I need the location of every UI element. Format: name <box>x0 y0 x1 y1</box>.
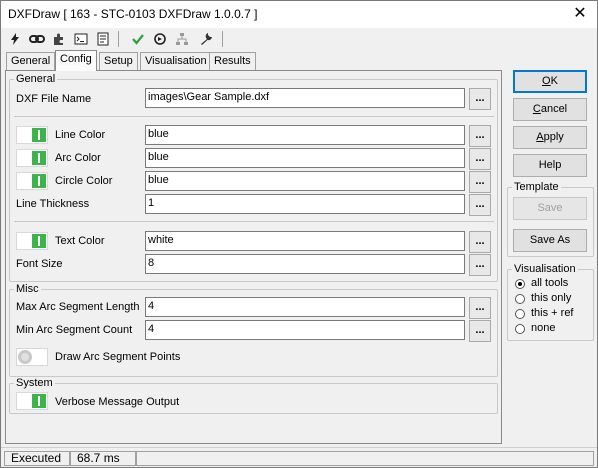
status-empty-cell <box>136 451 594 466</box>
arc-color-toggle[interactable] <box>16 149 48 167</box>
run-step-icon[interactable] <box>150 29 170 49</box>
apply-button-label: pply <box>543 131 564 143</box>
status-state: Executed <box>4 451 70 466</box>
line-thickness-label: Line Thickness <box>16 198 90 210</box>
max-arc-segment-length-label: Max Arc Segment Length <box>16 301 140 313</box>
divider <box>14 221 494 222</box>
visualisation-radio-none[interactable] <box>515 324 525 334</box>
status-execution-time: 68.7 ms <box>70 451 136 466</box>
arc-color-browse-button[interactable]: ... <box>469 148 491 170</box>
config-tab-page: General DXF File Name images\Gear Sample… <box>5 70 502 444</box>
template-save-button[interactable]: Save <box>513 197 587 220</box>
arc-color-label: Arc Color <box>55 152 101 164</box>
draw-arc-segment-points-label: Draw Arc Segment Points <box>55 351 181 363</box>
max-arc-segment-length-input[interactable]: 4 <box>145 297 465 317</box>
cancel-button-label: ancel <box>540 103 568 115</box>
toggle-knob <box>18 350 32 364</box>
font-size-label: Font Size <box>16 258 63 270</box>
ok-button-label: K <box>550 75 558 87</box>
text-color-input[interactable]: white <box>145 231 465 251</box>
line-color-label: Line Color <box>55 129 106 141</box>
template-group-label: Template <box>512 181 561 193</box>
document-list-icon[interactable] <box>93 29 113 49</box>
line-color-input[interactable]: blue <box>145 125 465 145</box>
puzzle-icon[interactable] <box>49 29 69 49</box>
toolbar-separator <box>222 31 223 47</box>
wrench-icon[interactable] <box>196 29 216 49</box>
toolbar-separator <box>118 31 119 47</box>
dxfdraw-window: DXFDraw [ 163 - STC-0103 DXFDraw 1.0.0.7… <box>0 0 598 468</box>
status-bar: Executed 68.7 ms <box>1 447 597 467</box>
tab-general[interactable]: General <box>6 52 56 70</box>
link-icon[interactable] <box>27 29 47 49</box>
template-save-as-button[interactable]: Save As <box>513 229 587 252</box>
network-icon[interactable] <box>172 29 192 49</box>
window-title: DXFDraw [ 163 - STC-0103 DXFDraw 1.0.0.7… <box>8 7 258 21</box>
toggle-knob <box>32 151 46 165</box>
ok-button-mnemonic: O <box>542 75 551 87</box>
min-arc-segment-count-label: Min Arc Segment Count <box>16 324 133 336</box>
text-color-label: Text Color <box>55 235 105 247</box>
font-size-browse-button[interactable]: ... <box>469 254 491 276</box>
toggle-knob <box>32 234 46 248</box>
visualisation-radio-all-tools[interactable] <box>515 279 525 289</box>
system-group-label: System <box>14 377 55 389</box>
ok-button[interactable]: OK <box>513 70 587 93</box>
dxf-file-name-browse-button[interactable]: ... <box>469 88 491 110</box>
title-bar: DXFDraw [ 163 - STC-0103 DXFDraw 1.0.0.7… <box>1 1 597 28</box>
circle-color-browse-button[interactable]: ... <box>469 171 491 193</box>
toggle-knob <box>32 128 46 142</box>
terminal-icon[interactable] <box>71 29 91 49</box>
visualisation-radio-this-only[interactable] <box>515 294 525 304</box>
line-thickness-input[interactable]: 1 <box>145 194 465 214</box>
checkmark-icon[interactable] <box>128 29 148 49</box>
circle-color-input[interactable]: blue <box>145 171 465 191</box>
help-button[interactable]: Help <box>513 154 587 177</box>
font-size-input[interactable]: 8 <box>145 254 465 274</box>
min-arc-segment-count-input[interactable]: 4 <box>145 320 465 340</box>
cancel-button-mnemonic: C <box>532 103 541 115</box>
visualisation-option-this-only: this only <box>531 292 572 304</box>
line-color-toggle[interactable] <box>16 126 48 144</box>
dxf-file-name-input[interactable]: images\Gear Sample.dxf <box>145 88 465 108</box>
cancel-button[interactable]: Cancel <box>513 98 587 121</box>
tab-config[interactable]: Config <box>55 50 97 71</box>
line-thickness-browse-button[interactable]: ... <box>469 194 491 216</box>
visualisation-radio-this-ref[interactable] <box>515 309 525 319</box>
verbose-message-output-label: Verbose Message Output <box>55 396 180 408</box>
visualisation-group-label: Visualisation <box>512 263 578 275</box>
toolbar <box>1 28 597 50</box>
close-icon[interactable]: ✕ <box>569 4 591 24</box>
max-arc-segment-length-browse-button[interactable]: ... <box>469 297 491 319</box>
tab-results[interactable]: Results <box>209 52 256 70</box>
toggle-knob <box>32 394 46 408</box>
general-group-label: General <box>14 73 58 85</box>
arc-color-input[interactable]: blue <box>145 148 465 168</box>
text-color-toggle[interactable] <box>16 232 48 250</box>
circle-color-toggle[interactable] <box>16 172 48 190</box>
visualisation-option-all-tools: all tools <box>531 277 569 289</box>
draw-arc-segment-points-toggle[interactable] <box>16 348 48 366</box>
circle-color-label: Circle Color <box>55 175 113 187</box>
dxf-file-name-label: DXF File Name <box>16 93 92 105</box>
line-color-browse-button[interactable]: ... <box>469 125 491 147</box>
apply-button-mnemonic: A <box>536 131 544 143</box>
text-color-browse-button[interactable]: ... <box>469 231 491 253</box>
tab-setup[interactable]: Setup <box>99 52 138 70</box>
visualisation-option-this-ref: this + ref <box>531 307 574 319</box>
apply-button[interactable]: Apply <box>513 126 587 149</box>
divider <box>14 116 494 117</box>
lightning-icon[interactable] <box>5 29 25 49</box>
toggle-knob <box>32 174 46 188</box>
visualisation-option-none: none <box>531 322 556 334</box>
min-arc-segment-count-browse-button[interactable]: ... <box>469 320 491 342</box>
tab-visualisation[interactable]: Visualisation <box>140 52 212 70</box>
misc-group-label: Misc <box>14 283 41 295</box>
verbose-message-output-toggle[interactable] <box>16 392 48 410</box>
